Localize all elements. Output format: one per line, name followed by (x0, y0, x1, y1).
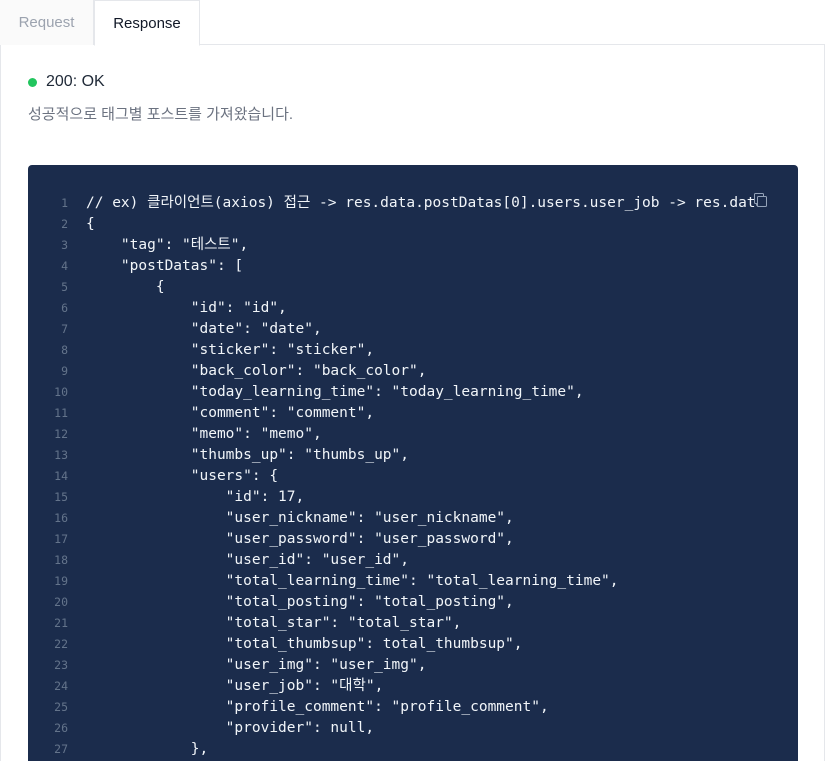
code-line: 27 }, (28, 739, 798, 760)
code-block[interactable]: 1 // ex) 클라이언트(axios) 접근 -> res.data.post… (28, 165, 798, 761)
code-text: "thumbs_up": "thumbs_up", (86, 447, 410, 463)
code-text: "postDatas": [ (86, 258, 244, 274)
line-number: 20 (54, 595, 68, 609)
code-line: 5 { (28, 277, 798, 298)
line-number: 22 (54, 637, 68, 651)
code-text: "profile_comment": "profile_comment", (86, 699, 549, 715)
code-line: 25 "profile_comment": "profile_comment", (28, 697, 798, 718)
line-number: 11 (54, 406, 68, 420)
line-number: 3 (61, 238, 68, 252)
code-line: 18 "user_id": "user_id", (28, 550, 798, 571)
code-line: 17 "user_password": "user_password", (28, 529, 798, 550)
line-number: 13 (54, 448, 68, 462)
code-text: "user_nickname": "user_nickname", (86, 510, 514, 526)
code-line: 24 "user_job": "대학", (28, 676, 798, 697)
line-number: 19 (54, 574, 68, 588)
code-text: "total_star": "total_star", (86, 615, 462, 631)
code-line: 1 // ex) 클라이언트(axios) 접근 -> res.data.post… (28, 193, 798, 214)
code-text: "users": { (86, 468, 279, 484)
line-number: 4 (61, 259, 68, 273)
code-text: { (86, 279, 165, 295)
line-number: 9 (61, 364, 68, 378)
code-line: 26 "provider": null, (28, 718, 798, 739)
line-number: 15 (54, 490, 68, 504)
line-number: 8 (61, 343, 68, 357)
status-dot-icon (28, 77, 37, 87)
code-line: 13 "thumbs_up": "thumbs_up", (28, 445, 798, 466)
code-text: "total_posting": "total_posting", (86, 594, 514, 610)
line-number: 25 (54, 700, 68, 714)
code-line: 15 "id": 17, (28, 487, 798, 508)
line-number: 14 (54, 469, 68, 483)
code-line: 14 "users": { (28, 466, 798, 487)
code-text: "total_thumbsup": total_thumbsup", (86, 636, 523, 652)
code-line: 7 "date": "date", (28, 319, 798, 340)
code-text: "back_color": "back_color", (86, 363, 427, 379)
line-number: 16 (54, 511, 68, 525)
code-text: "sticker": "sticker", (86, 342, 375, 358)
code-text: "user_job": "대학", (86, 678, 384, 694)
line-number: 2 (61, 217, 68, 231)
code-line: 12 "memo": "memo", (28, 424, 798, 445)
line-number: 17 (54, 532, 68, 546)
code-text: "today_learning_time": "today_learning_t… (86, 384, 584, 400)
code-text: "date": "date", (86, 321, 322, 337)
line-number: 1 (61, 196, 68, 210)
code-text: // ex) 클라이언트(axios) 접근 -> res.data.postD… (86, 195, 765, 211)
code-line: 20 "total_posting": "total_posting", (28, 592, 798, 613)
code-text: "comment": "comment", (86, 405, 375, 421)
tab-bar: Request Response (0, 0, 825, 46)
line-number: 26 (54, 721, 68, 735)
code-text: "id": "id", (86, 300, 287, 316)
code-line: 3 "tag": "테스트", (28, 235, 798, 256)
code-line: 9 "back_color": "back_color", (28, 361, 798, 382)
line-number: 24 (54, 679, 68, 693)
code-line: 16 "user_nickname": "user_nickname", (28, 508, 798, 529)
code-line: 23 "user_img": "user_img", (28, 655, 798, 676)
response-description: 성공적으로 태그별 포스트를 가져왔습니다. (28, 106, 294, 123)
code-line: 2{ (28, 214, 798, 235)
code-text: "total_learning_time": "total_learning_t… (86, 573, 619, 589)
code-content: 1 // ex) 클라이언트(axios) 접근 -> res.data.post… (28, 193, 798, 760)
code-text: { (86, 216, 95, 232)
code-text: "tag": "테스트", (86, 237, 249, 253)
code-text: "provider": null, (86, 720, 375, 736)
line-number: 23 (54, 658, 68, 672)
code-text: "user_id": "user_id", (86, 552, 410, 568)
code-line: 22 "total_thumbsup": total_thumbsup", (28, 634, 798, 655)
code-text: "user_password": "user_password", (86, 531, 514, 547)
code-line: 4 "postDatas": [ (28, 256, 798, 277)
status-indicator: 200: OK (28, 73, 105, 91)
code-text: "user_img": "user_img", (86, 657, 427, 673)
code-text: "id": 17, (86, 489, 305, 505)
code-line: 6 "id": "id", (28, 298, 798, 319)
line-number: 10 (54, 385, 68, 399)
line-number: 12 (54, 427, 68, 441)
code-text: "memo": "memo", (86, 426, 322, 442)
code-line: 11 "comment": "comment", (28, 403, 798, 424)
status-text: 200: OK (46, 73, 105, 90)
line-number: 6 (61, 301, 68, 315)
tab-request[interactable]: Request (0, 0, 94, 45)
code-line: 21 "total_star": "total_star", (28, 613, 798, 634)
code-line: 19 "total_learning_time": "total_learnin… (28, 571, 798, 592)
line-number: 5 (61, 280, 68, 294)
line-number: 7 (61, 322, 68, 336)
copy-icon[interactable] (754, 193, 768, 207)
tab-response[interactable]: Response (94, 0, 200, 46)
line-number: 21 (54, 616, 68, 630)
code-text: }, (86, 741, 209, 757)
line-number: 18 (54, 553, 68, 567)
code-line: 8 "sticker": "sticker", (28, 340, 798, 361)
code-line: 10 "today_learning_time": "today_learnin… (28, 382, 798, 403)
line-number: 27 (54, 742, 68, 756)
